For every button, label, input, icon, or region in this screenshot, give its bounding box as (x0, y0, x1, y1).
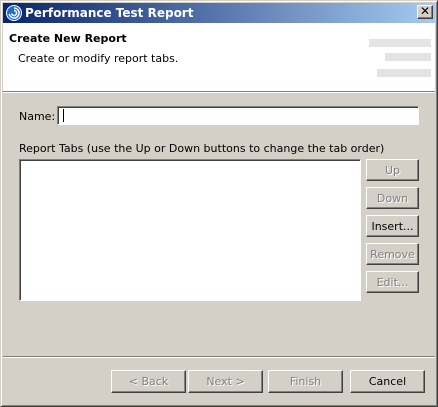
report-tabs-list[interactable] (19, 159, 361, 301)
page-title: Create New Report (9, 32, 127, 45)
title-bar[interactable]: Performance Test Report ✕ (3, 3, 435, 23)
up-button[interactable]: Up (366, 159, 419, 181)
close-button[interactable]: ✕ (417, 5, 433, 19)
banner-decoration-graphic (369, 39, 431, 77)
insert-button[interactable]: Insert... (366, 215, 419, 237)
close-icon: ✕ (419, 4, 431, 18)
name-input[interactable] (57, 106, 419, 125)
page-description: Create or modify report tabs. (18, 52, 179, 65)
window-title: Performance Test Report (25, 6, 194, 20)
next-button[interactable]: Next > (188, 370, 263, 393)
text-caret (63, 109, 64, 122)
edit-button[interactable]: Edit... (366, 271, 419, 293)
banner-divider-highlight (3, 92, 435, 93)
dialog-window: Performance Test Report ✕ Create New Rep… (0, 0, 438, 407)
cancel-button[interactable]: Cancel (350, 370, 425, 393)
finish-button[interactable]: Finish (268, 370, 343, 393)
remove-button[interactable]: Remove (366, 243, 419, 265)
back-button[interactable]: < Back (111, 370, 186, 393)
down-button[interactable]: Down (366, 187, 419, 209)
app-swirl-icon (6, 5, 22, 21)
footer-divider-highlight (3, 357, 435, 358)
report-tabs-label: Report Tabs (use the Up or Down buttons … (19, 142, 385, 155)
header-banner: Create New Report Create or modify repor… (3, 23, 435, 91)
name-label: Name: (19, 110, 56, 123)
